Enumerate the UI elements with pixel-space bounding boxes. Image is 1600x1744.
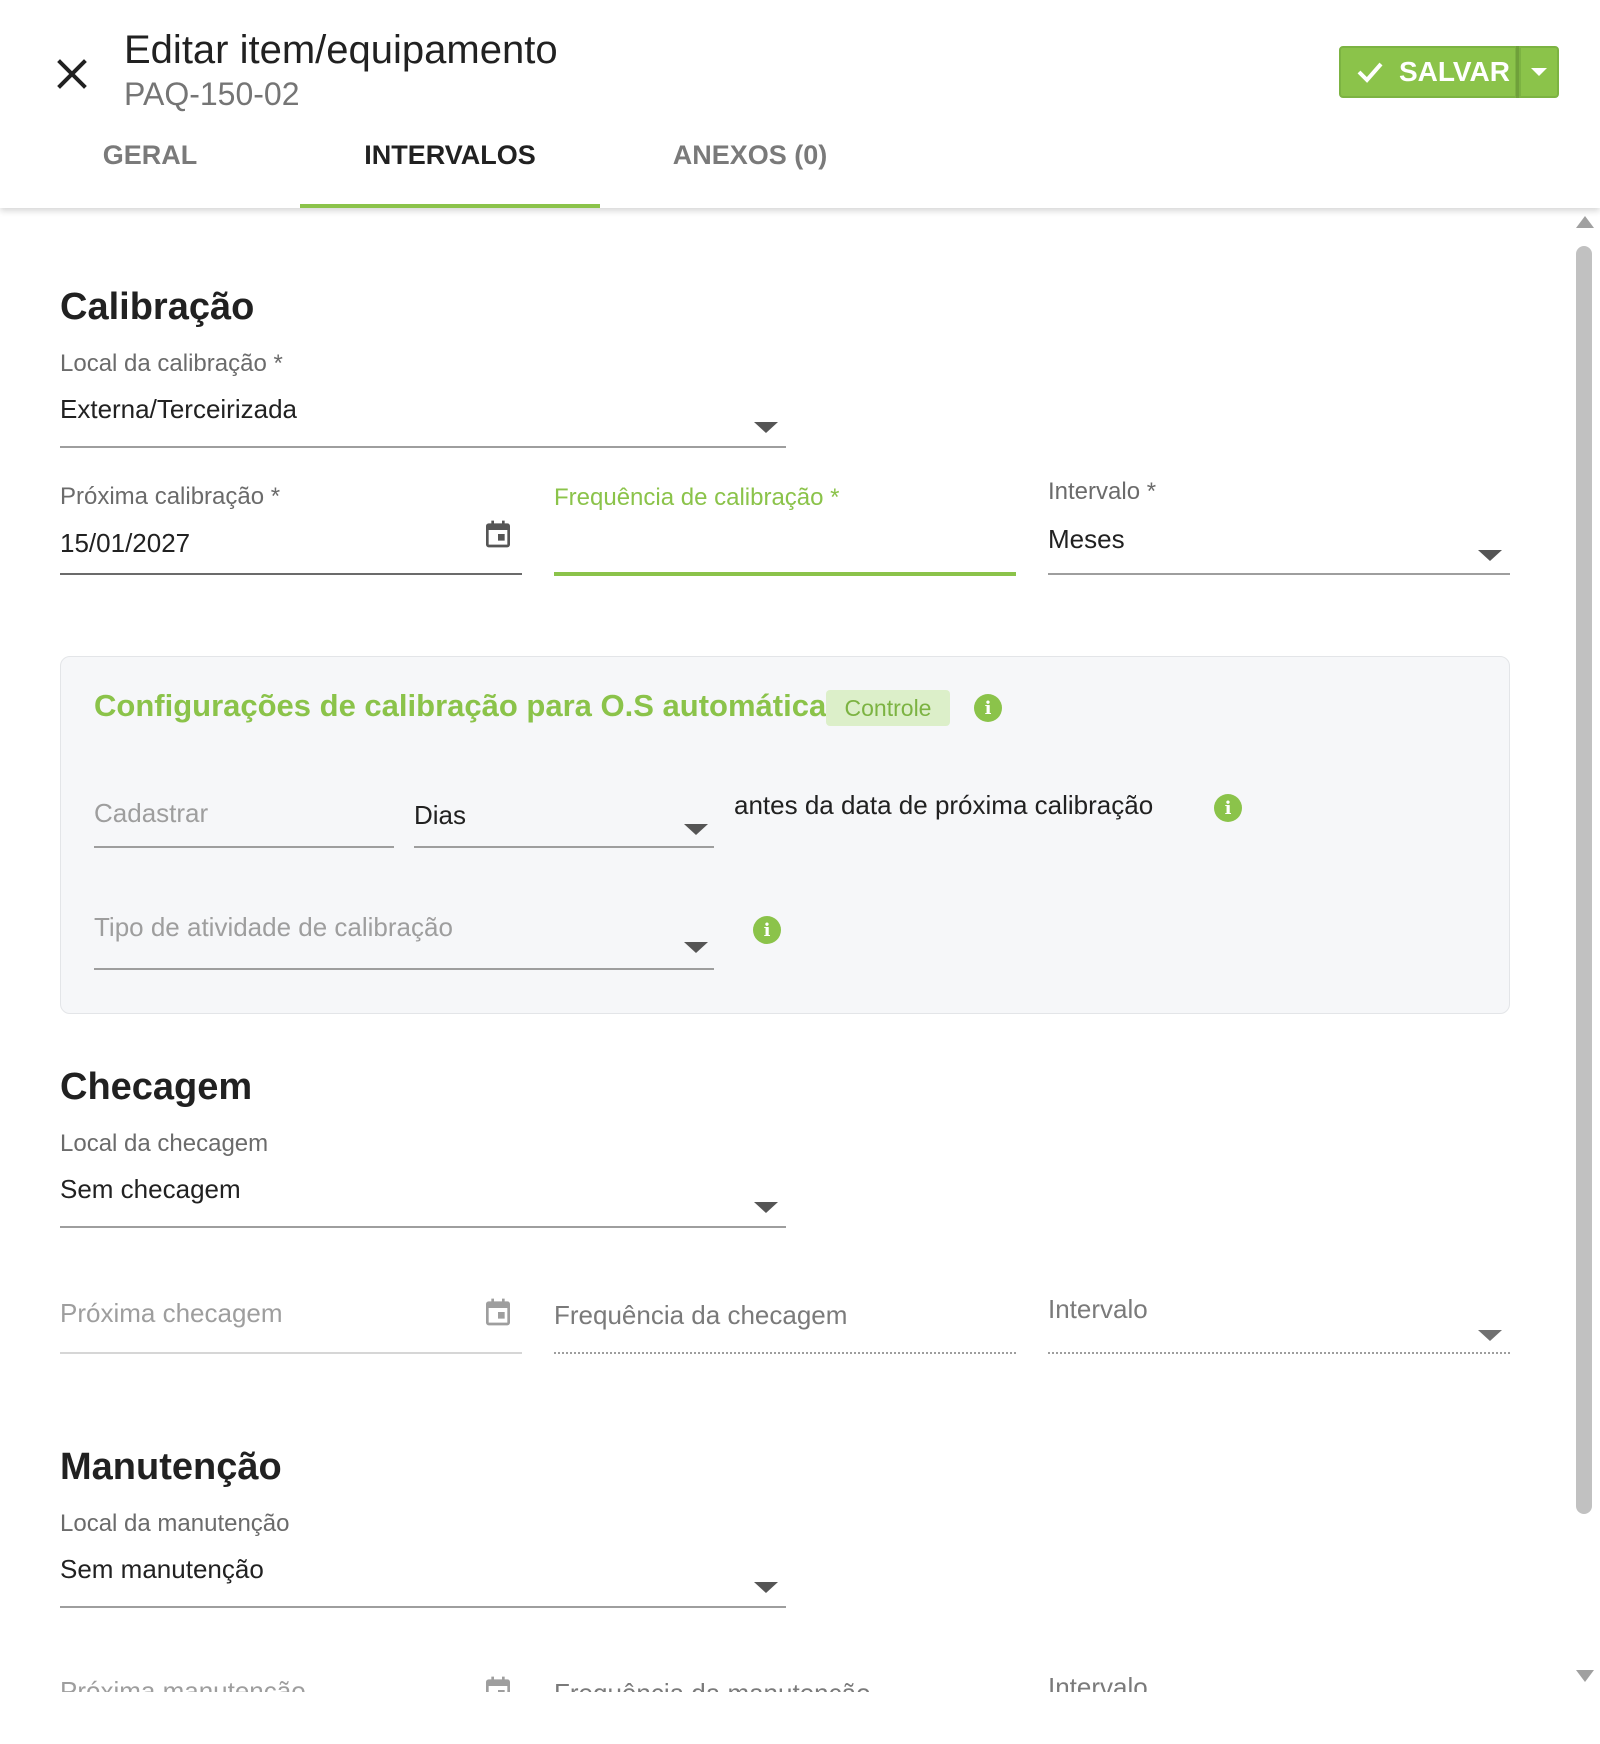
tab-geral[interactable]: GERAL (0, 140, 300, 208)
field-underline-disabled (1048, 1352, 1510, 1354)
check-icon (1357, 62, 1383, 83)
field-underline-disabled (554, 1352, 1016, 1354)
unidade-select[interactable]: Dias (414, 790, 714, 850)
intervalo-value: Meses (1048, 524, 1125, 554)
controle-badge: Controle (826, 690, 950, 726)
local-manutencao-value: Sem manutenção (60, 1554, 264, 1584)
field-underline (60, 446, 786, 448)
tipo-atividade-placeholder: Tipo de atividade de calibração (94, 912, 453, 942)
unidade-value: Dias (414, 800, 467, 830)
field-underline (60, 573, 522, 575)
item-code: PAQ-150-02 (124, 76, 300, 112)
local-calibracao-label: Local da calibração * (60, 350, 283, 377)
field-underline (60, 1226, 786, 1228)
section-title-checagem: Checagem (60, 1066, 253, 1108)
scroll-down-arrow-icon[interactable] (1576, 1670, 1594, 1682)
field-underline (94, 968, 714, 970)
intervalo-checagem-select[interactable]: Intervalo (1048, 1284, 1510, 1350)
chevron-down-icon (684, 942, 708, 953)
intervals-form: Calibração Local da calibração * Externa… (0, 208, 1568, 1692)
proxima-calibracao-label: Próxima calibração * (60, 483, 281, 510)
chevron-down-icon (1478, 1330, 1502, 1341)
intervalo-manutencao-select[interactable]: Intervalo (1048, 1662, 1510, 1692)
field-underline (60, 1352, 522, 1354)
frequencia-checagem-input[interactable]: Frequência da checagem (554, 1290, 1016, 1350)
cadastrar-input[interactable]: Cadastrar (94, 788, 394, 848)
info-icon[interactable]: i (974, 694, 1002, 722)
active-tab-indicator (300, 204, 600, 208)
auto-os-config-title: Configurações de calibração para O.S aut… (94, 688, 827, 723)
proxima-calibracao-input[interactable]: 15/01/2027 (60, 518, 522, 578)
proxima-manutencao-input[interactable]: Próxima manutenção (60, 1666, 522, 1692)
field-underline (60, 1606, 786, 1608)
frequencia-manutencao-input[interactable]: Frequência da manutenção (554, 1668, 1016, 1692)
dialog-title: Editar item/equipamento (124, 28, 558, 72)
info-icon[interactable]: i (753, 916, 781, 944)
local-calibracao-value: Externa/Terceirizada (60, 394, 297, 424)
calendar-icon[interactable] (482, 1674, 514, 1692)
frequencia-checagem-placeholder: Frequência da checagem (554, 1300, 848, 1330)
save-button-label: SALVAR (1399, 56, 1510, 87)
proxima-manutencao-placeholder: Próxima manutenção (60, 1676, 306, 1692)
save-options-button[interactable] (1519, 46, 1559, 98)
local-manutencao-label: Local da manutenção (60, 1510, 290, 1537)
dialog-header: Editar item/equipamento PAQ-150-02 SALVA… (0, 0, 1600, 208)
chevron-down-icon (754, 1582, 778, 1593)
intervalo-manutencao-placeholder: Intervalo (1048, 1672, 1148, 1692)
scroll-up-arrow-icon[interactable] (1576, 216, 1594, 228)
tab-anexos[interactable]: ANEXOS (0) (600, 140, 900, 208)
frequencia-calibracao-input[interactable] (554, 518, 1016, 578)
section-title-manutencao: Manutenção (60, 1446, 282, 1488)
calendar-icon[interactable] (482, 518, 514, 550)
field-underline (1048, 573, 1510, 575)
local-checagem-label: Local da checagem (60, 1130, 269, 1157)
close-button[interactable] (48, 50, 96, 98)
section-title-calibracao: Calibração (60, 286, 255, 328)
chevron-down-icon (754, 422, 778, 433)
chevron-down-icon (684, 824, 708, 835)
antes-da-data-text: antes da data de próxima calibração (734, 790, 1154, 820)
save-button-group: SALVAR (1339, 46, 1559, 98)
chevron-down-icon (754, 1202, 778, 1213)
tab-intervalos[interactable]: INTERVALOS (300, 140, 600, 208)
chevron-down-icon (1478, 550, 1502, 561)
proxima-calibracao-value: 15/01/2027 (60, 528, 191, 558)
info-icon[interactable]: i (1214, 794, 1242, 822)
cadastrar-placeholder: Cadastrar (94, 798, 209, 828)
tab-label: INTERVALOS (364, 140, 536, 170)
scrollbar-thumb[interactable] (1576, 246, 1592, 1514)
intervalo-select[interactable]: Meses (1048, 514, 1510, 574)
frequencia-calibracao-label: Frequência de calibração * (554, 484, 840, 511)
proxima-checagem-placeholder: Próxima checagem (60, 1298, 283, 1328)
field-underline-focused (554, 572, 1016, 576)
field-underline (94, 846, 394, 848)
intervalo-label: Intervalo * (1048, 478, 1157, 505)
intervalo-checagem-placeholder: Intervalo (1048, 1294, 1148, 1324)
tab-label: GERAL (102, 140, 198, 170)
proxima-checagem-input[interactable]: Próxima checagem (60, 1288, 522, 1348)
field-underline (414, 846, 714, 848)
close-icon (57, 59, 87, 89)
save-button[interactable]: SALVAR (1339, 46, 1517, 98)
local-checagem-value: Sem checagem (60, 1174, 241, 1204)
tab-label: ANEXOS (0) (672, 140, 828, 170)
tipo-atividade-select[interactable]: Tipo de atividade de calibração (94, 902, 714, 962)
chevron-down-icon (1531, 68, 1547, 76)
calendar-icon[interactable] (482, 1296, 514, 1328)
frequencia-manutencao-placeholder: Frequência da manutenção (554, 1678, 871, 1692)
